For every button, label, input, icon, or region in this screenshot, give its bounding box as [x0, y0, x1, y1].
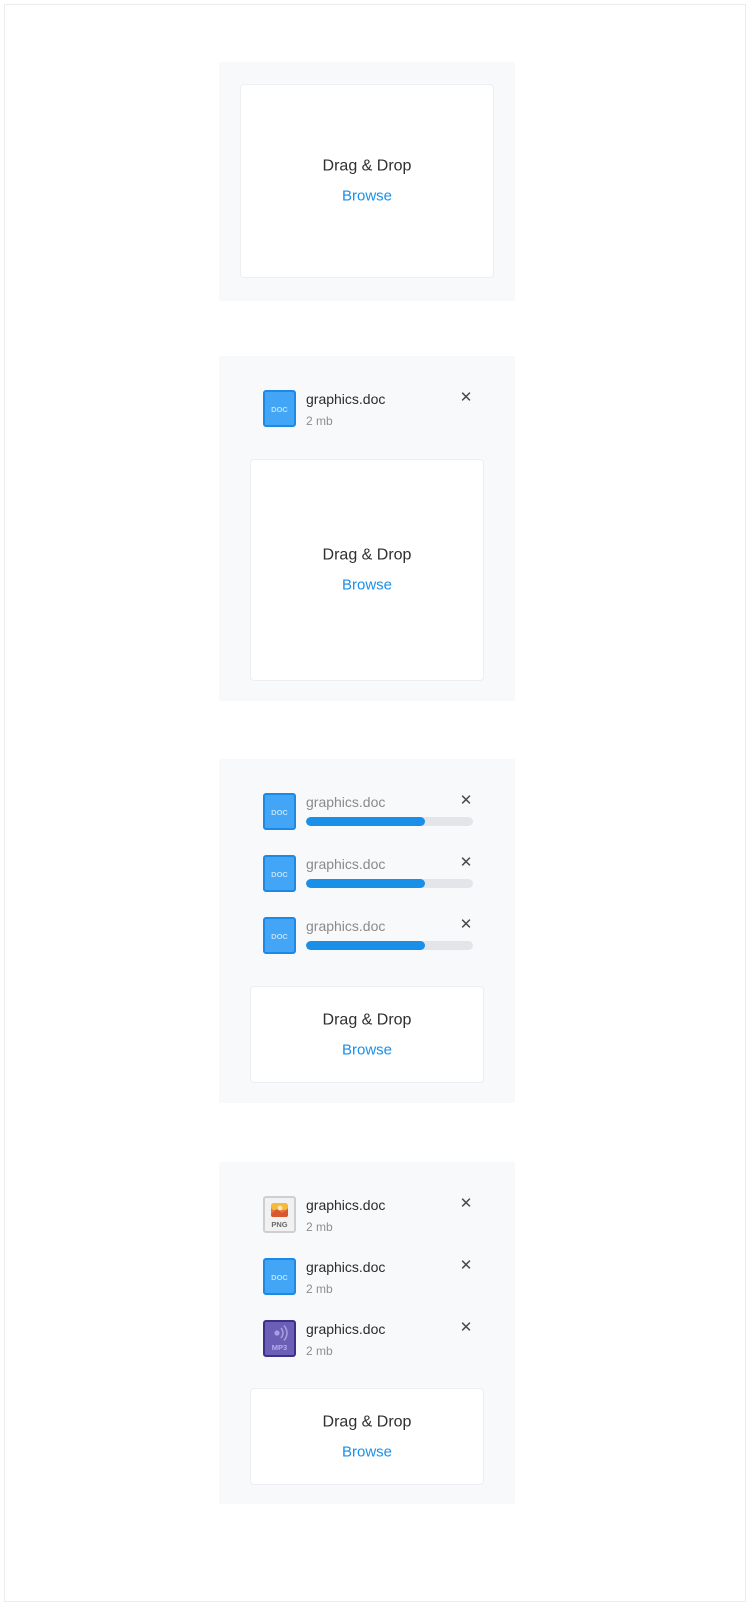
dropzone[interactable]: Drag & Drop Browse [240, 84, 494, 278]
remove-file-icon[interactable]: ✕ [459, 1258, 473, 1274]
doc-file-icon: DOC [263, 1258, 296, 1295]
remove-file-icon[interactable]: ✕ [459, 917, 473, 933]
file-name: graphics.doc [306, 391, 386, 407]
file-type-label: PNG [271, 1220, 287, 1229]
png-file-icon: PNG [263, 1196, 296, 1233]
file-name: graphics.doc [306, 1259, 386, 1275]
dropzone-title: Drag & Drop [322, 546, 412, 564]
file-type-label: DOC [271, 870, 288, 879]
remove-file-icon[interactable]: ✕ [459, 390, 473, 406]
file-item: PNG graphics.doc 2 mb ✕ [263, 1196, 477, 1236]
uploading-file-item: DOC graphics.doc ✕ [263, 793, 477, 833]
upload-panel-uploading: DOC graphics.doc ✕ DOC graphics.doc ✕ DO… [219, 759, 515, 1103]
file-item: MP3 graphics.doc 2 mb ✕ [263, 1320, 477, 1360]
remove-file-icon[interactable]: ✕ [459, 855, 473, 871]
upload-progress-bar [306, 817, 473, 826]
browse-link[interactable]: Browse [342, 187, 392, 207]
upload-progress-bar [306, 879, 473, 888]
remove-file-icon[interactable]: ✕ [459, 793, 473, 809]
uploading-file-item: DOC graphics.doc ✕ [263, 855, 477, 895]
dropzone[interactable]: Drag & Drop Browse [250, 459, 484, 681]
file-item: DOC graphics.doc 2 mb ✕ [263, 1258, 477, 1298]
file-type-label: MP3 [272, 1343, 287, 1352]
dropzone[interactable]: Drag & Drop Browse [250, 986, 484, 1083]
file-type-label: DOC [271, 405, 288, 414]
file-size: 2 mb [306, 1344, 333, 1358]
dropzone-title: Drag & Drop [322, 1413, 412, 1430]
file-type-label: DOC [271, 932, 288, 941]
remove-file-icon[interactable]: ✕ [459, 1320, 473, 1336]
file-item: DOC graphics.doc 2 mb ✕ [263, 390, 477, 430]
file-name: graphics.doc [306, 794, 386, 810]
upload-panel-empty: Drag & Drop Browse [219, 62, 515, 301]
file-size: 2 mb [306, 414, 333, 428]
file-name: graphics.doc [306, 1197, 386, 1213]
file-name: graphics.doc [306, 1321, 386, 1337]
browse-link[interactable]: Browse [342, 576, 392, 596]
upload-progress-fill [306, 941, 425, 950]
doc-file-icon: DOC [263, 390, 296, 427]
doc-file-icon: DOC [263, 855, 296, 892]
dropzone[interactable]: Drag & Drop Browse [250, 1388, 484, 1485]
page-frame: Drag & Drop Browse DOC graphics.doc 2 mb… [4, 4, 746, 1602]
doc-file-icon: DOC [263, 917, 296, 954]
file-name: graphics.doc [306, 918, 386, 934]
upload-progress-fill [306, 817, 425, 826]
upload-progress-bar [306, 941, 473, 950]
upload-progress-fill [306, 879, 425, 888]
browse-link[interactable]: Browse [342, 1442, 392, 1462]
file-type-label: DOC [271, 808, 288, 817]
upload-panel-single-file: DOC graphics.doc 2 mb ✕ Drag & Drop Brow… [219, 356, 515, 701]
uploading-file-item: DOC graphics.doc ✕ [263, 917, 477, 957]
remove-file-icon[interactable]: ✕ [459, 1196, 473, 1212]
file-type-label: DOC [271, 1273, 288, 1282]
mp3-file-icon: MP3 [263, 1320, 296, 1357]
upload-panel-multiple-types: PNG graphics.doc 2 mb ✕ DOC graphics.doc… [219, 1162, 515, 1504]
doc-file-icon: DOC [263, 793, 296, 830]
dropzone-title: Drag & Drop [322, 1011, 412, 1028]
file-size: 2 mb [306, 1282, 333, 1296]
browse-link[interactable]: Browse [342, 1040, 392, 1060]
dropzone-title: Drag & Drop [322, 157, 412, 175]
file-size: 2 mb [306, 1220, 333, 1234]
file-name: graphics.doc [306, 856, 386, 872]
